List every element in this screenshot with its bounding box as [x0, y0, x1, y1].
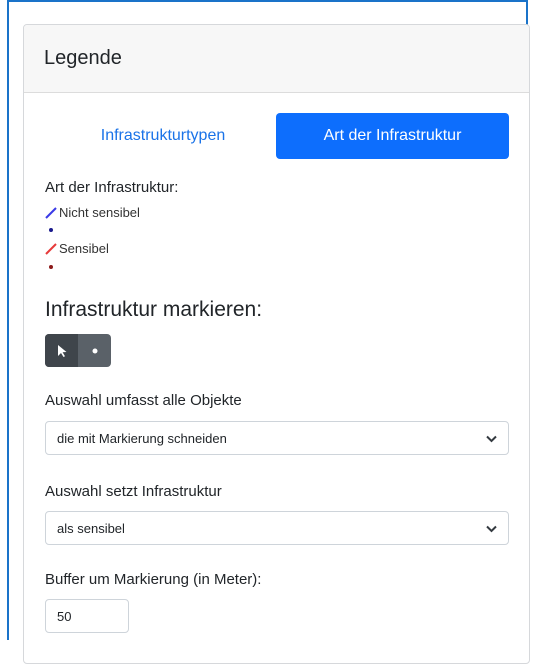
legend-item-label: Nicht sensibel: [59, 205, 140, 220]
selection-sets-select[interactable]: als sensibel: [45, 511, 509, 545]
tab-label: Art der Infrastruktur: [323, 127, 462, 144]
chevron-down-icon: [486, 435, 497, 443]
buffer-label: Buffer um Markierung (in Meter):: [45, 571, 262, 588]
marking-heading: Infrastruktur markieren:: [45, 298, 263, 321]
selection-scope-select[interactable]: die mit Markierung schneiden: [45, 421, 509, 455]
select-value: die mit Markierung schneiden: [57, 430, 227, 446]
cursor-pointer-icon: [57, 344, 66, 357]
tab-bar: Infrastrukturtypen Art der Infrastruktur: [24, 113, 529, 159]
line-swatch-icon: [45, 242, 57, 255]
buffer-input[interactable]: 50: [45, 599, 129, 633]
select-value: als sensibel: [57, 520, 125, 536]
legend-panel: Legende Infrastrukturtypen Art der Infra…: [23, 24, 530, 664]
legend-item-sensibel: Sensibel: [45, 241, 109, 256]
point-tool-button[interactable]: [78, 334, 111, 367]
point-swatch-icon: [49, 265, 53, 269]
marking-toolbar: [45, 334, 111, 367]
selection-scope-label: Auswahl umfasst alle Objekte: [45, 392, 242, 409]
panel-header: Legende: [24, 25, 529, 93]
chevron-down-icon: [486, 525, 497, 533]
point-swatch-icon: [49, 228, 53, 232]
legend-item-nicht-sensibel: Nicht sensibel: [45, 205, 140, 220]
panel-title: Legende: [44, 47, 122, 69]
tab-infrastrukturtypen[interactable]: Infrastrukturtypen: [68, 113, 258, 159]
legend-heading: Art der Infrastruktur:: [45, 179, 179, 196]
tab-art-der-infrastruktur[interactable]: Art der Infrastruktur: [276, 113, 509, 159]
selection-sets-label: Auswahl setzt Infrastruktur: [45, 483, 222, 500]
line-swatch-icon: [45, 206, 57, 219]
tab-label: Infrastrukturtypen: [100, 127, 226, 144]
legend-item-label: Sensibel: [59, 241, 109, 256]
buffer-value: 50: [57, 608, 72, 624]
select-tool-button[interactable]: [45, 334, 78, 367]
point-icon: [92, 348, 97, 353]
